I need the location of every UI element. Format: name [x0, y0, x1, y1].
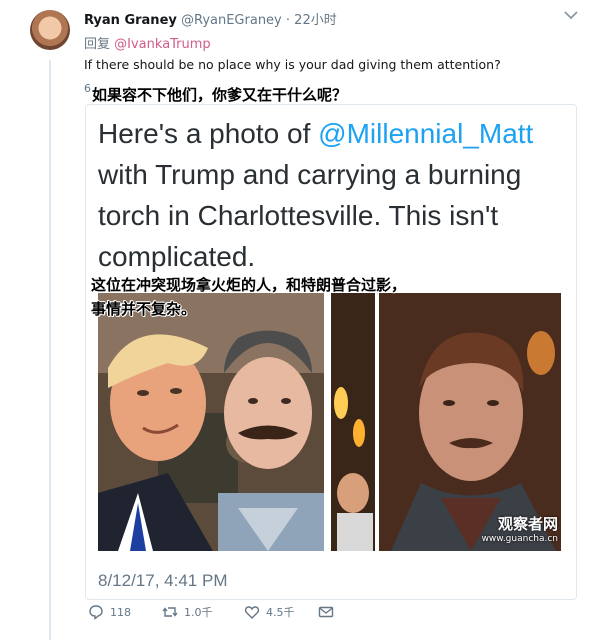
tweet-text: If there should be no place why is your …	[84, 57, 501, 72]
tweet-time[interactable]: 22小时	[294, 13, 337, 28]
chinese-subtitle-line-1: 这位在冲突现场拿火炬的人，和特朗普合过影，	[91, 276, 407, 294]
chinese-subtitle: 这位在冲突现场拿火炬的人，和特朗普合过影， 事情并不复杂。	[91, 273, 406, 321]
reply-count: 118	[110, 605, 131, 619]
reply-mention-link[interactable]: @IvankaTrump	[114, 37, 211, 52]
reply-prefix: 回复	[84, 37, 111, 52]
reply-icon	[89, 605, 103, 620]
quoted-mention-link[interactable]: @Millennial_Matt	[318, 118, 533, 149]
watermark: 观察者网 www.guancha.cn	[482, 513, 558, 544]
author-handle[interactable]: @RyanEGraney	[181, 13, 282, 28]
selfie-photo[interactable]	[98, 293, 324, 551]
envelope-icon	[318, 606, 334, 618]
retweet-count: 1.0千	[184, 606, 213, 619]
quoted-tweet-date[interactable]: 8/12/17, 4:41 PM	[98, 571, 227, 591]
thread-line	[49, 60, 51, 640]
direct-message-button[interactable]	[318, 604, 334, 620]
quote-mark: 6	[84, 82, 91, 95]
chinese-subtitle-line-2: 事情并不复杂。	[91, 300, 197, 318]
quoted-text-rest: with Trump and carrying a burning torch …	[98, 159, 522, 272]
retweet-button[interactable]: 1.0千	[162, 604, 213, 620]
quoted-tweet-text: Here's a photo of @Millennial_Matt with …	[98, 113, 568, 277]
like-button[interactable]: 4.5千	[244, 604, 295, 620]
chinese-caption: 如果容不下他们，你爹又在干什么呢？	[92, 86, 348, 104]
selfie-photo-art	[98, 293, 324, 551]
tweet-header: Ryan Graney @RyanEGraney · 22小时	[84, 9, 337, 28]
reply-button[interactable]: 118	[88, 604, 131, 620]
chevron-down-icon[interactable]	[564, 10, 578, 20]
watermark-url: www.guancha.cn	[481, 534, 558, 544]
heart-icon	[244, 606, 260, 619]
reply-context: 回复 @IvankaTrump	[84, 33, 211, 52]
retweet-icon	[162, 607, 178, 617]
quoted-text-prefix: Here's a photo of	[98, 118, 319, 149]
separator-dot: ·	[285, 13, 291, 28]
avatar[interactable]	[30, 10, 70, 50]
like-count: 4.5千	[266, 606, 295, 619]
watermark-main: 观察者网	[497, 515, 558, 533]
quoted-tweet-card[interactable]: Here's a photo of @Millennial_Matt with …	[85, 104, 577, 600]
author-name[interactable]: Ryan Graney	[84, 13, 177, 28]
